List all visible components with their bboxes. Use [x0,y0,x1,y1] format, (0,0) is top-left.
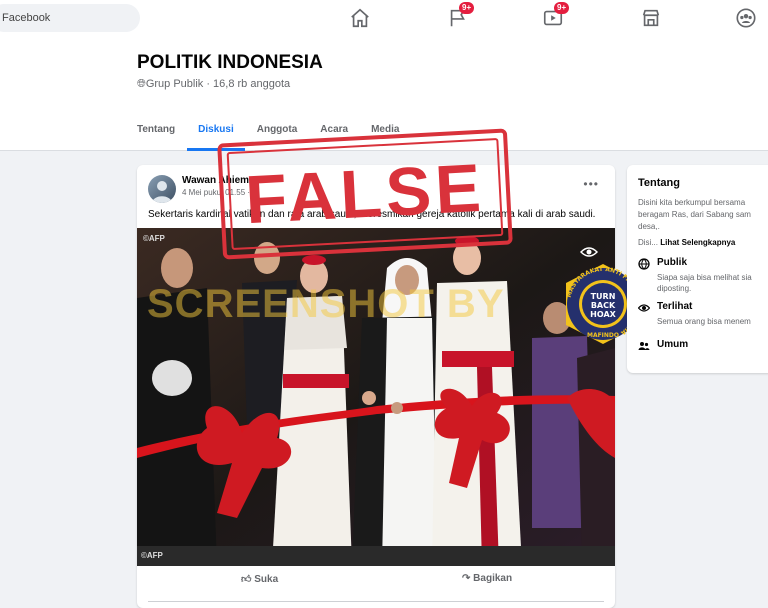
groups-icon[interactable] [735,7,757,29]
more-options-icon[interactable]: ••• [583,177,599,191]
share-button[interactable]: ↷ Bagikan [462,573,512,584]
flag-icon[interactable]: 9+ [447,2,475,29]
see-more-link[interactable]: Lihat Selengkapnya [660,238,735,247]
group-subtitle: 🌐︎Grup Publik · 16,8 rb anggota [137,78,291,90]
eye-icon [579,245,599,257]
people-icon [638,342,650,350]
post-actions: 👍︎ Suka ↷ Bagikan [137,566,615,594]
video-icon[interactable]: 9+ [542,2,570,29]
notification-badge: 9+ [554,2,570,14]
home-icon[interactable] [349,7,371,29]
globe-icon [638,258,650,270]
svg-text:MAFINDO: MAFINDO [587,332,619,339]
false-stamp: FALSE [217,128,513,260]
notification-badge: 9+ [459,2,475,14]
about-title: Tentang [638,177,680,189]
photo-credit: ©AFP [141,551,163,560]
eye-icon [638,304,650,312]
group-title[interactable]: POLITIK INDONESIA [137,52,323,74]
about-description: Disini kita berkumpul bersama beragam Ra… [638,198,751,247]
globe-icon: 🌐︎ [137,78,146,90]
about-card: Tentang Disini kita berkumpul bersama be… [627,165,768,373]
tab-about[interactable]: Tentang [137,122,175,151]
screenshot-watermark: SCREENSHOT BY [147,282,505,326]
share-icon: ↷ [462,573,471,584]
photo-credit: ©AFP [143,234,165,243]
top-navigation-bar: Facebook 9+ 9+ [0,0,768,38]
svg-text:TURN: TURN [591,292,616,301]
post-photo[interactable]: ©AFP ©AFP SCREENSHOT BY [137,228,615,566]
search-input[interactable]: Facebook [0,4,140,32]
svg-text:BACK: BACK [591,301,616,310]
photo-scene [137,228,615,566]
svg-text:HOAX: HOAX [590,310,616,319]
marketplace-icon[interactable] [640,7,662,29]
divider [148,601,604,602]
avatar[interactable] [148,175,176,203]
like-button[interactable]: 👍︎ Suka [241,573,278,585]
thumbs-up-icon: 👍︎ [241,574,252,585]
